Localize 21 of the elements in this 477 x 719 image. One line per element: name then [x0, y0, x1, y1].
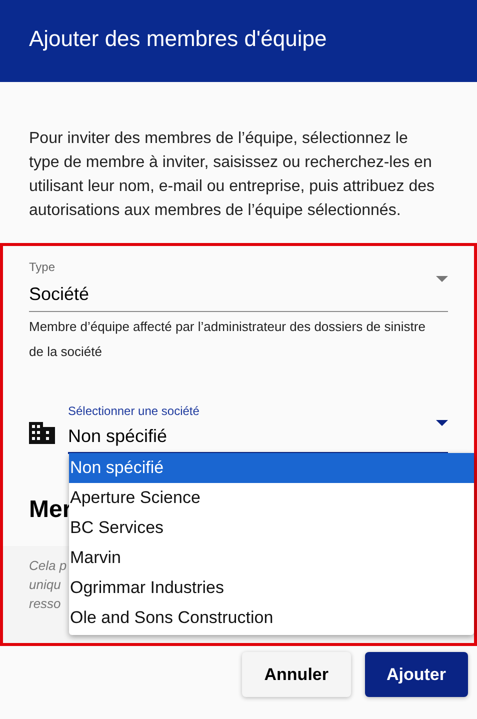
note-text: resso [29, 595, 61, 613]
building-icon [29, 422, 55, 444]
dropdown-option[interactable]: Marvin [69, 543, 474, 573]
dropdown-option[interactable]: Ole and Sons Construction [69, 603, 474, 633]
note-text: uniqu [29, 576, 61, 594]
intro-text: Pour inviter des membres de l’équipe, sélectionnez le type de membre à inviter, saisissez ou recherchez-les en utilisant leur nom, e-mail ou entreprise, puis attribuez des autorisations aux membres de l’équipe sélectionnés. [28, 129, 436, 221]
helper-text: Membre d’équipe affecté par l’administrateur des dossiers de sinistre de la société [29, 318, 426, 361]
add-button[interactable]: Ajouter [364, 652, 468, 697]
caret-icon [436, 276, 448, 282]
field-label: Type [29, 259, 56, 276]
dropdown-option[interactable]: Non spécifié [69, 453, 474, 483]
select-value: Société [29, 283, 90, 306]
cancel-button[interactable]: Annuler [242, 652, 350, 697]
type-select[interactable]: Type Société [29, 258, 448, 312]
note-text: Cela p [29, 557, 67, 575]
dropdown-option[interactable]: BC Services [69, 513, 474, 543]
dropdown-option[interactable]: Ogrimmar Industries [69, 573, 474, 603]
field-label: Sélectionner une société [68, 403, 200, 420]
dropdown-option[interactable]: Aperture Science [69, 483, 474, 513]
select-value: Non spécifié [68, 425, 168, 448]
dialog-title: Ajouter des membres d'équipe [29, 24, 327, 53]
